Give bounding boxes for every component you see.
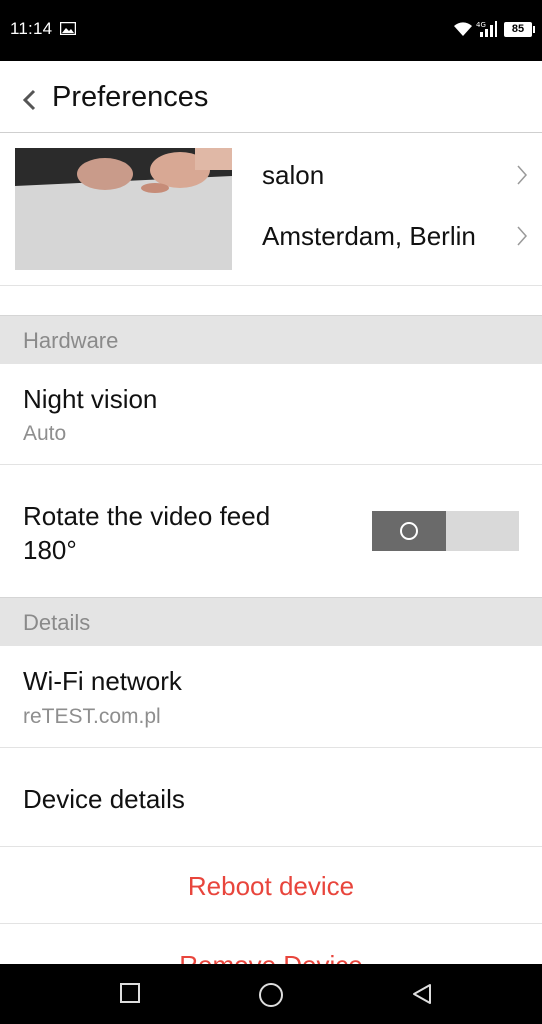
chevron-right-icon (517, 226, 528, 246)
device-location: Amsterdam, Berlin (262, 221, 476, 251)
image-icon (60, 22, 76, 35)
wifi-network-value: reTEST.com.pl (23, 705, 161, 728)
svg-text:4G: 4G (476, 21, 486, 29)
section-details: Details (0, 597, 542, 647)
status-time: 11:14 (10, 19, 53, 38)
device-name-row[interactable]: salon (262, 154, 532, 194)
back-icon[interactable] (410, 982, 434, 1006)
chevron-right-icon (517, 165, 528, 185)
cellular-4g-icon: 4G (476, 21, 497, 37)
rotate-video-toggle[interactable] (372, 511, 519, 551)
device-location-row[interactable]: Amsterdam, Berlin (262, 215, 532, 255)
wifi-network-label: Wi-Fi network (23, 666, 182, 696)
wifi-network-item[interactable]: Wi-Fi network reTEST.com.pl (0, 646, 542, 748)
recent-apps-icon[interactable] (119, 982, 141, 1004)
device-name: salon (262, 160, 325, 190)
section-hardware: Hardware (0, 315, 542, 365)
toggle-off-icon (400, 522, 418, 540)
camera-thumbnail[interactable] (15, 148, 232, 270)
home-icon[interactable] (258, 982, 284, 1008)
night-vision-item[interactable]: Night vision Auto (0, 364, 542, 465)
app-header: Preferences (0, 61, 542, 133)
page-title: Preferences (52, 81, 209, 113)
section-hardware-label: Hardware (23, 328, 119, 353)
night-vision-label: Night vision (23, 384, 158, 414)
rotate-video-label-line1: Rotate the video feed (23, 501, 271, 531)
status-bar: 11:14 4G 85 (0, 0, 542, 61)
battery-icon: 85 (504, 22, 535, 37)
device-details-label: Device details (23, 784, 185, 814)
wifi-icon (454, 22, 472, 36)
device-details-item[interactable]: Device details (0, 748, 542, 847)
night-vision-value: Auto (23, 422, 67, 445)
section-details-label: Details (23, 610, 91, 635)
system-nav-bar (0, 964, 542, 1024)
device-card: salon Amsterdam, Berlin (0, 133, 542, 286)
reboot-device-button[interactable]: Reboot device (0, 871, 542, 902)
back-chevron-icon[interactable] (20, 88, 40, 112)
reboot-device-row: Reboot device (0, 847, 542, 924)
rotate-video-label-line2: 180° (23, 535, 77, 565)
toggle-knob (372, 511, 446, 551)
